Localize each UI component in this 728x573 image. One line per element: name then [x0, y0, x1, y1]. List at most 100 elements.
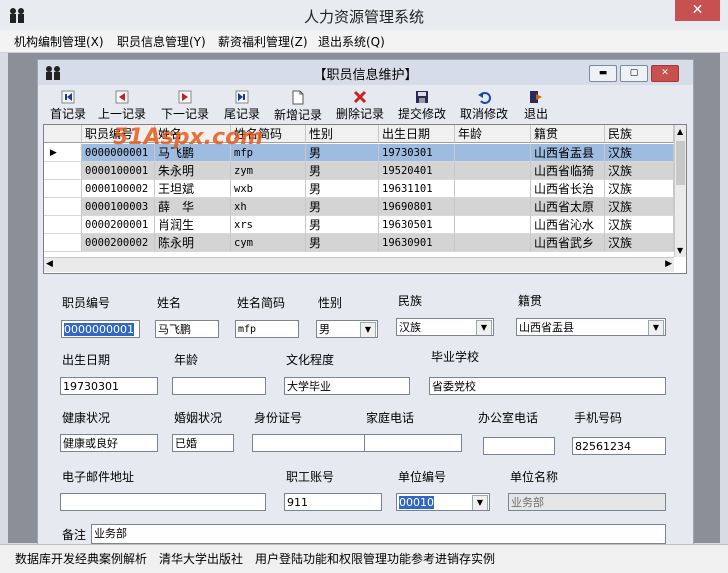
name-field[interactable]: 马飞鹏 — [155, 320, 219, 338]
table-row[interactable]: 0000100002 王坦斌 wxb 男 19631101 山西省长治 汉族 — [44, 180, 674, 198]
cell[interactable]: 王坦斌 — [155, 180, 231, 198]
cell[interactable]: cym — [231, 234, 306, 252]
edu-field[interactable]: 大学毕业 — [284, 377, 410, 395]
cell[interactable]: 0000100002 — [82, 180, 155, 198]
birth-field[interactable]: 19730301 — [60, 377, 158, 395]
close-icon[interactable]: ✕ — [651, 65, 679, 82]
cell[interactable]: 汉族 — [605, 180, 674, 198]
scroll-left-icon[interactable]: ◀ — [46, 259, 53, 269]
cell[interactable]: 汉族 — [605, 162, 674, 180]
unit-no-select[interactable]: 00010 ▼ — [396, 493, 490, 511]
column-header[interactable]: 性别 — [306, 125, 379, 143]
column-header[interactable]: 出生日期 — [379, 125, 455, 143]
scroll-down-icon[interactable]: ▼ — [677, 246, 683, 255]
cell[interactable]: 19630901 — [379, 234, 455, 252]
last-record-button[interactable]: 尾记录 — [223, 88, 261, 124]
vertical-scrollbar[interactable]: ▲ ▼ — [674, 125, 686, 257]
next-record-button[interactable]: 下一记录 — [159, 88, 211, 124]
school-field[interactable]: 省委党校 — [429, 377, 666, 395]
cell[interactable]: 汉族 — [605, 144, 674, 162]
menu-exit[interactable]: 退出系统(Q) — [318, 33, 385, 50]
new-record-button[interactable]: 新增记录 — [272, 88, 324, 124]
table-row[interactable]: 0000100003 薛 华 xh 男 19690801 山西省太原 汉族 — [44, 198, 674, 216]
cell[interactable]: 男 — [306, 144, 379, 162]
delete-record-button[interactable]: 删除记录 — [334, 88, 386, 124]
code-field[interactable]: mfp — [235, 320, 299, 338]
menu-staff[interactable]: 职员信息管理(Y) — [117, 33, 206, 50]
chevron-down-icon[interactable]: ▼ — [476, 320, 492, 335]
cell[interactable]: 19730301 — [379, 144, 455, 162]
cell[interactable]: 男 — [306, 234, 379, 252]
cell[interactable]: 19630501 — [379, 216, 455, 234]
remark-field[interactable]: 业务部 — [91, 524, 666, 544]
nation-select[interactable]: 汉族 ▼ — [396, 318, 494, 336]
emp-no-field[interactable]: 0000000001 — [61, 320, 140, 338]
cell[interactable]: 19631101 — [379, 180, 455, 198]
column-header[interactable]: 民族 — [605, 125, 674, 143]
menu-org[interactable]: 机构编制管理(X) — [14, 33, 104, 50]
scroll-right-icon[interactable]: ▶ — [665, 259, 672, 269]
cell[interactable] — [455, 216, 531, 234]
cell[interactable]: 陈永明 — [155, 234, 231, 252]
cell[interactable]: 薛 华 — [155, 198, 231, 216]
cell[interactable]: 汉族 — [605, 216, 674, 234]
cell[interactable]: zym — [231, 162, 306, 180]
cell[interactable]: 0000100001 — [82, 162, 155, 180]
cell[interactable] — [455, 162, 531, 180]
native-select[interactable]: 山西省盂县 ▼ — [516, 318, 666, 336]
cell[interactable]: 男 — [306, 216, 379, 234]
minimize-icon[interactable]: ▬ — [589, 65, 617, 82]
cell[interactable]: 0000200001 — [82, 216, 155, 234]
table-row[interactable]: 0000100001 朱永明 zym 男 19520401 山西省临猗 汉族 — [44, 162, 674, 180]
cell[interactable]: 男 — [306, 180, 379, 198]
close-icon[interactable]: ✕ — [675, 0, 720, 21]
cell[interactable]: 0000100003 — [82, 198, 155, 216]
chevron-down-icon[interactable]: ▼ — [472, 495, 488, 510]
home-phone-field[interactable] — [364, 434, 462, 452]
prev-record-button[interactable]: 上一记录 — [96, 88, 148, 124]
office-phone-field[interactable] — [483, 437, 555, 455]
column-header[interactable]: 籍贯 — [531, 125, 605, 143]
cell[interactable]: xh — [231, 198, 306, 216]
cell[interactable]: 19520401 — [379, 162, 455, 180]
id-field[interactable] — [252, 434, 382, 452]
cell[interactable] — [455, 180, 531, 198]
cell[interactable]: 汉族 — [605, 234, 674, 252]
cell[interactable]: 肖润生 — [155, 216, 231, 234]
chevron-down-icon[interactable]: ▼ — [648, 320, 664, 335]
maximize-icon[interactable]: ▢ — [620, 65, 648, 82]
menu-salary[interactable]: 薪资福利管理(Z) — [218, 33, 308, 50]
cell[interactable]: 0000200002 — [82, 234, 155, 252]
exit-button[interactable]: 退出 — [520, 88, 552, 124]
age-field[interactable] — [172, 377, 266, 395]
first-record-button[interactable]: 首记录 — [49, 88, 87, 124]
cell[interactable]: 男 — [306, 162, 379, 180]
cell[interactable]: 山西省盂县 — [531, 144, 605, 162]
cell[interactable]: 山西省太原 — [531, 198, 605, 216]
chevron-down-icon[interactable]: ▼ — [360, 322, 376, 337]
cell[interactable] — [455, 144, 531, 162]
scroll-thumb[interactable] — [676, 141, 685, 185]
mobile-field[interactable]: 82561234 — [572, 437, 666, 455]
email-field[interactable] — [60, 493, 266, 511]
table-row[interactable]: 0000200002 陈永明 cym 男 19630901 山西省武乡 汉族 — [44, 234, 674, 252]
cell[interactable]: 山西省长治 — [531, 180, 605, 198]
cell[interactable]: 山西省沁水 — [531, 216, 605, 234]
health-field[interactable]: 健康或良好 — [60, 434, 158, 452]
cell[interactable] — [455, 234, 531, 252]
column-header[interactable]: 年龄 — [455, 125, 531, 143]
table-row[interactable]: 0000200001 肖润生 xrs 男 19630501 山西省沁水 汉族 — [44, 216, 674, 234]
cell[interactable]: 山西省临猗 — [531, 162, 605, 180]
cell[interactable]: 汉族 — [605, 198, 674, 216]
cell[interactable]: 山西省武乡 — [531, 234, 605, 252]
cell[interactable]: xrs — [231, 216, 306, 234]
submit-button[interactable]: 提交修改 — [396, 88, 448, 124]
cell[interactable] — [455, 198, 531, 216]
horizontal-scrollbar[interactable]: ◀ ▶ — [44, 257, 674, 272]
account-field[interactable]: 911 — [284, 493, 382, 511]
cell[interactable]: 男 — [306, 198, 379, 216]
marriage-field[interactable]: 已婚 — [172, 434, 234, 452]
cell[interactable]: wxb — [231, 180, 306, 198]
cell[interactable]: 朱永明 — [155, 162, 231, 180]
cancel-edit-button[interactable]: 取消修改 — [458, 88, 510, 124]
